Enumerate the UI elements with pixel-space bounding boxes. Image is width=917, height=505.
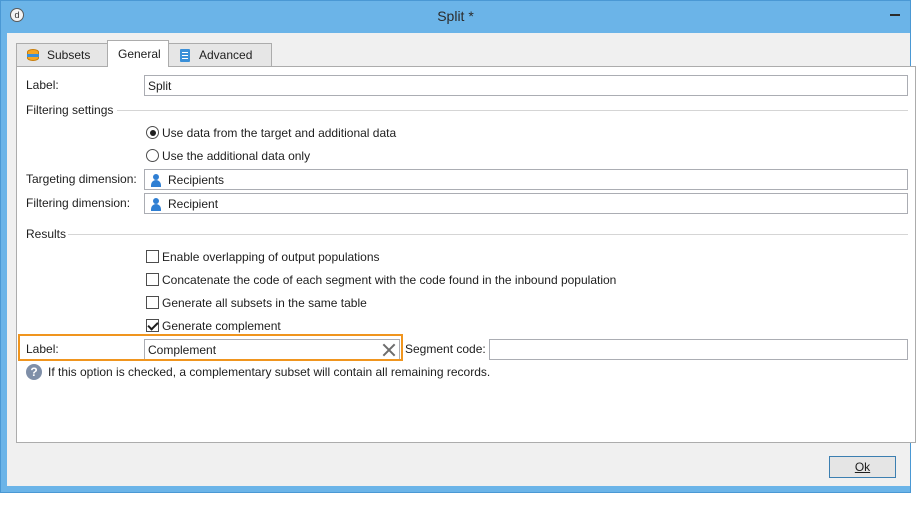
radio-label: Use data from the target and additional … [162,126,397,140]
title-bar[interactable]: d Split * [1,1,910,33]
overlap-checkbox[interactable] [146,250,159,263]
checkbox-label: Generate all subsets in the same table [162,296,367,310]
label-input-value: Split [148,78,172,93]
label-input[interactable]: Split [144,75,908,96]
label-caption: Label: [26,78,59,92]
complement-label-caption: Label: [26,342,59,356]
checkbox-label: Generate complement [162,319,281,333]
tab-label: Subsets [47,48,91,62]
targeting-dimension-value: Recipients [168,172,225,187]
ok-button[interactable]: Ok [829,456,896,478]
tab-general[interactable]: General [107,40,169,67]
filtering-dimension-caption: Filtering dimension: [26,196,131,210]
complement-label-value: Complement [148,342,217,357]
section-divider [68,234,908,235]
radio-target-and-additional[interactable] [146,126,159,139]
minimize-icon[interactable] [890,9,902,19]
results-header: Results [26,227,66,241]
targeting-dimension-field[interactable]: Recipients [144,169,908,190]
filtering-dimension-value: Recipient [168,196,219,211]
section-divider [117,110,908,111]
tab-advanced[interactable]: Advanced [168,43,272,66]
segment-code-input[interactable] [489,339,908,360]
tab-label: Advanced [199,48,253,62]
concatenate-code-checkbox[interactable] [146,273,159,286]
generate-complement-checkbox[interactable] [146,319,159,332]
help-text: If this option is checked, a complementa… [48,365,491,379]
help-icon: ? [26,364,42,380]
checkbox-label: Enable overlapping of output populations [162,250,380,264]
database-icon [25,47,41,63]
filtering-settings-header: Filtering settings [26,103,113,117]
recipient-icon [149,173,163,187]
same-table-checkbox[interactable] [146,296,159,309]
results-title: Results [26,227,67,241]
clear-icon[interactable] [382,343,395,356]
filtering-settings-title: Filtering settings [26,103,114,117]
tab-subsets[interactable]: Subsets [16,43,108,66]
checkbox-label: Concatenate the code of each segment wit… [162,273,617,287]
radio-label: Use the additional data only [162,149,311,163]
dialog-client-area: Subsets General Advanced [7,33,916,486]
filtering-dimension-field[interactable]: Recipient [144,193,908,214]
window-title: Split * [437,8,474,24]
dialog-window: d Split * Subsets General Advanced [0,0,916,493]
tab-label: General [118,47,161,61]
complement-label-input[interactable]: Complement [144,339,400,360]
clipboard-icon [177,47,193,63]
segment-code-caption: Segment code: [405,342,486,356]
radio-additional-only[interactable] [146,149,159,162]
targeting-dimension-caption: Targeting dimension: [26,172,137,186]
recipient-icon [149,197,163,211]
